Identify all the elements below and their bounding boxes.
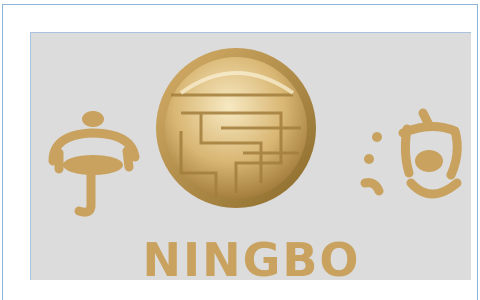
logo-panel: NINGBO	[30, 32, 471, 280]
brand-name: NINGBO	[142, 233, 361, 280]
outer-frame: NINGBO	[2, 4, 478, 300]
left-glyph-icon	[48, 111, 140, 217]
emblem-disc-icon	[156, 48, 316, 208]
right-glyph-icon	[360, 108, 462, 199]
